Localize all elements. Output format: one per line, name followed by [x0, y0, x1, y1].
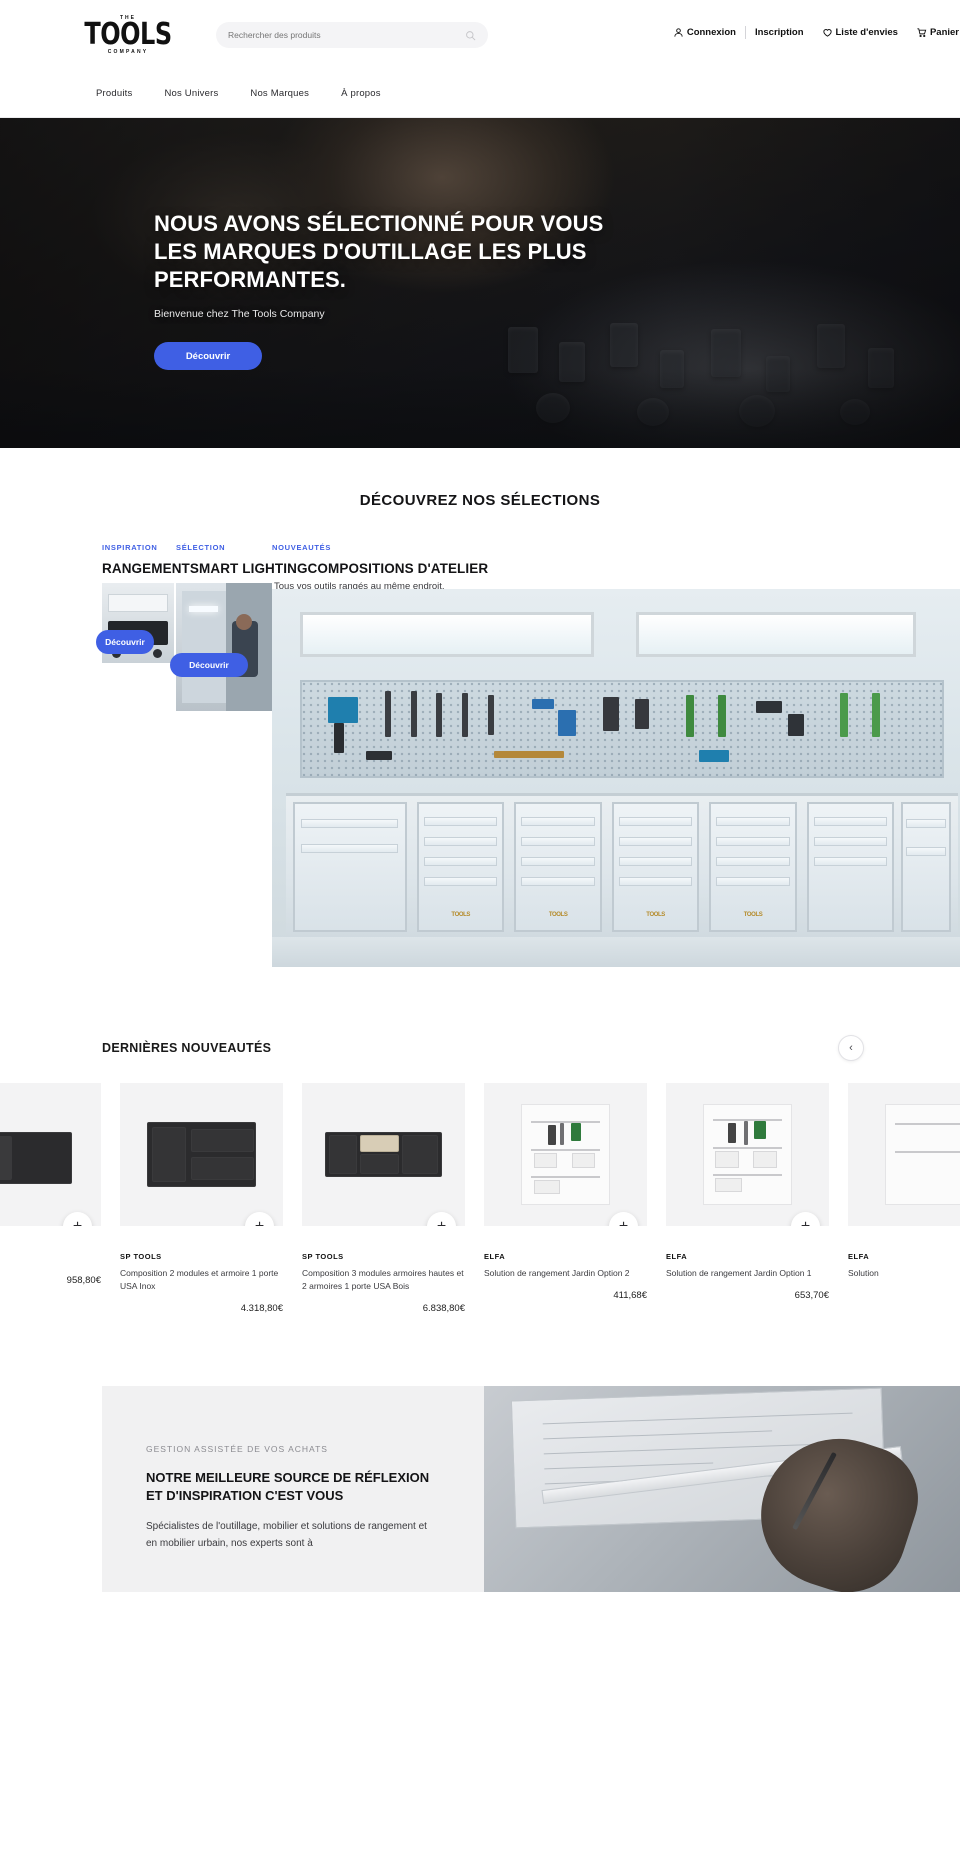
product-card[interactable]: + orte USA 958,80€: [0, 1083, 101, 1314]
add-to-cart-button[interactable]: +: [427, 1212, 456, 1226]
product-image[interactable]: +: [302, 1083, 465, 1226]
nav-item-nos-marques[interactable]: Nos Marques: [250, 88, 309, 99]
selection-heading-compositions: COMPOSITIONS D'ATELIER: [307, 561, 489, 576]
selection-thumbnail-smart-lighting[interactable]: [176, 583, 272, 711]
selection-thumbnail-rangement-button[interactable]: Découvrir: [96, 630, 154, 654]
hero-discover-button[interactable]: Découvrir: [154, 342, 262, 371]
user-icon: [674, 28, 683, 37]
add-to-cart-button[interactable]: +: [245, 1212, 274, 1226]
main-navigation: Produits Nos Univers Nos Marques À propo…: [0, 70, 960, 118]
selections-title: DÉCOUVREZ NOS SÉLECTIONS: [359, 492, 601, 509]
logo-main-text: TOOLS: [84, 16, 172, 51]
product-brand: ELFA: [848, 1252, 870, 1261]
product-name: Solution de rangement Jardin Option 1: [666, 1268, 812, 1278]
product-brand: SP TOOLS: [120, 1252, 162, 1261]
search-bar[interactable]: [216, 22, 488, 48]
cart-icon: [917, 28, 927, 38]
product-card[interactable]: + SP TOOLS Composition 3 modules armoire…: [302, 1083, 465, 1314]
product-name: Composition 3 modules armoires hautes et…: [302, 1268, 464, 1291]
hero-content: NOUS AVONS SÉLECTIONNÉ POUR VOUS LES MAR…: [154, 210, 624, 371]
selection-tab-selection[interactable]: SÉLECTION: [176, 543, 225, 552]
workshop-illustration: TOOLS TOOLS TOOLS TOOLS: [272, 589, 960, 967]
selections-section: DÉCOUVREZ NOS SÉLECTIONS INSPIRATION SÉL…: [0, 448, 960, 967]
hero-banner: NOUS AVONS SÉLECTIONNÉ POUR VOUS LES MAR…: [0, 118, 960, 448]
assisted-purchase-text: GESTION ASSISTÉE DE VOS ACHATS NOTRE MEI…: [102, 1385, 484, 1592]
selection-main-image-compositions[interactable]: TOOLS TOOLS TOOLS TOOLS: [272, 589, 960, 967]
cart-link[interactable]: Panier: [907, 27, 960, 38]
workshop-floor: [272, 936, 960, 967]
add-to-cart-button[interactable]: +: [609, 1212, 638, 1226]
product-price: 653,70€: [794, 1289, 829, 1301]
nav-item-a-propos[interactable]: À propos: [341, 88, 381, 99]
product-brand: SP TOOLS: [302, 1252, 344, 1261]
hero-title: NOUS AVONS SÉLECTIONNÉ POUR VOUS LES MAR…: [154, 211, 604, 293]
cart-label: Panier: [929, 27, 959, 38]
selections-headings: RANGEMENT SMART LIGHTING COMPOSITIONS D'…: [102, 561, 488, 576]
product-image[interactable]: +: [120, 1083, 283, 1226]
selection-thumbnail-smart-lighting-button[interactable]: Découvrir: [170, 653, 248, 677]
selection-heading-smart-lighting: SMART LIGHTING: [189, 561, 308, 576]
product-card[interactable]: ELFA Solution: [848, 1083, 960, 1314]
header-actions: Connexion Inscription Liste d'envies Pan…: [664, 26, 960, 39]
product-name: Composition 2 modules et armoire 1 porte…: [120, 1268, 279, 1291]
product-card[interactable]: + ELFA Solution de rangement Jardin Opti…: [666, 1083, 829, 1314]
register-link[interactable]: Inscription: [746, 27, 813, 38]
search-icon[interactable]: [465, 30, 476, 41]
assisted-purchase-image: [484, 1385, 960, 1592]
section-title: NOTRE MEILLEURE SOURCE DE RÉFLEXION ET D…: [146, 1469, 430, 1503]
assisted-purchase-section: GESTION ASSISTÉE DE VOS ACHATS NOTRE MEI…: [0, 1385, 960, 1592]
selections-carousel: INSPIRATION SÉLECTION NOUVEAUTÉS RANGEME…: [0, 543, 960, 967]
product-name: orte USA: [0, 1252, 101, 1265]
site-header: THE TOOLS COMPANY Connexion Inscription …: [0, 0, 960, 70]
product-name: Solution de rangement Jardin Option 2: [484, 1268, 630, 1278]
product-price: 958,80€: [66, 1274, 101, 1286]
workbench-cabinets: TOOLS TOOLS TOOLS TOOLS: [286, 793, 958, 945]
login-label: Connexion: [686, 27, 736, 38]
product-price: 411,68€: [613, 1289, 647, 1301]
heart-icon: [822, 29, 832, 37]
site-logo[interactable]: THE TOOLS COMPANY: [84, 8, 172, 62]
product-image[interactable]: [848, 1083, 960, 1226]
product-name: Solution: [848, 1268, 879, 1278]
product-image[interactable]: +: [484, 1083, 647, 1226]
nav-item-nos-univers[interactable]: Nos Univers: [164, 88, 218, 99]
product-card[interactable]: + ELFA Solution de rangement Jardin Opti…: [484, 1083, 647, 1314]
product-image[interactable]: +: [0, 1083, 101, 1226]
wishlist-label: Liste d'envies: [835, 27, 898, 38]
register-label: Inscription: [754, 27, 804, 38]
product-brand: ELFA: [666, 1252, 688, 1261]
add-to-cart-button[interactable]: +: [791, 1212, 820, 1226]
latest-products-section: DERNIÈRES NOUVEAUTÉS ‹ + orte USA 958,80…: [0, 1035, 960, 1354]
pegboard: [300, 679, 944, 778]
login-link[interactable]: Connexion: [664, 27, 745, 38]
wishlist-link[interactable]: Liste d'envies: [813, 27, 907, 38]
selection-tab-inspiration[interactable]: INSPIRATION: [102, 543, 157, 552]
product-card[interactable]: + SP TOOLS Composition 2 modules et armo…: [120, 1083, 283, 1314]
latest-products-title: DERNIÈRES NOUVEAUTÉS: [102, 1041, 272, 1055]
section-body: Spécialistes de l'outillage, mobilier et…: [146, 1521, 427, 1549]
add-to-cart-button[interactable]: +: [63, 1212, 92, 1226]
hero-subtitle: Bienvenue chez The Tools Company: [154, 308, 325, 321]
nav-item-produits[interactable]: Produits: [96, 88, 132, 99]
product-image[interactable]: +: [666, 1083, 829, 1226]
carousel-prev-button[interactable]: ‹: [838, 1035, 864, 1061]
latest-products-header: DERNIÈRES NOUVEAUTÉS ‹: [0, 1035, 960, 1061]
product-price: 4.318,80€: [240, 1302, 283, 1314]
product-carousel[interactable]: + orte USA 958,80€ + SP TOOLS Compositio…: [0, 1083, 960, 1314]
product-brand: ELFA: [484, 1252, 506, 1261]
selection-heading-rangement: RANGEMENT: [102, 561, 190, 576]
search-input[interactable]: [228, 30, 465, 40]
section-eyebrow: GESTION ASSISTÉE DE VOS ACHATS: [146, 1443, 328, 1454]
selection-tab-nouveautes[interactable]: NOUVEAUTÉS: [272, 543, 331, 552]
product-price: 6.838,80€: [422, 1302, 465, 1314]
